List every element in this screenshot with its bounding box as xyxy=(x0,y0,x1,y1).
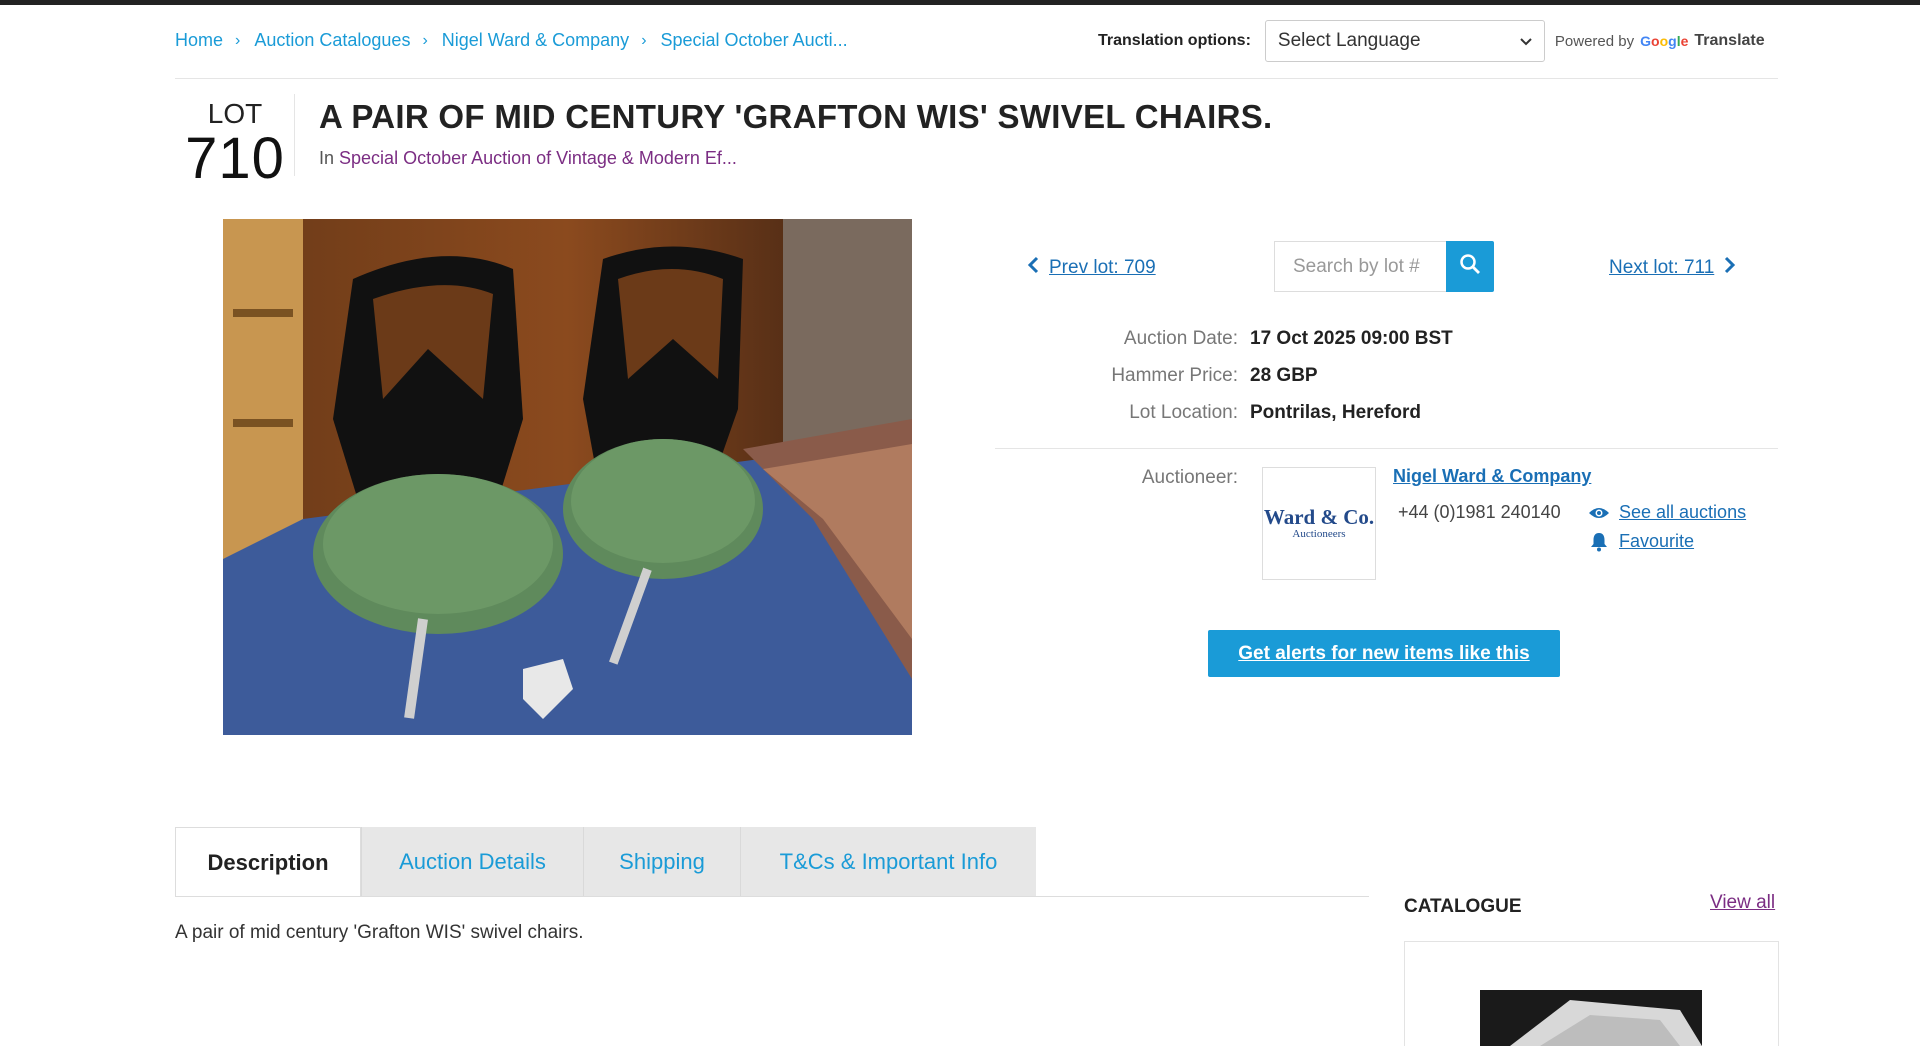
bell-icon xyxy=(1588,532,1610,552)
favourite-label: Favourite xyxy=(1619,531,1695,551)
lot-auction-line: In Special October Auction of Vintage & … xyxy=(319,148,737,169)
tab-description[interactable]: Description xyxy=(175,827,361,897)
translation-label: Translation options: xyxy=(1098,32,1251,49)
divider xyxy=(175,78,1778,79)
auctioneer-logo[interactable]: Ward & Co. Auctioneers xyxy=(1262,467,1376,580)
next-lot-label: Next lot: 711 xyxy=(1609,257,1715,278)
lot-details: Auction Date: 17 Oct 2025 09:00 BST Hamm… xyxy=(1000,320,1780,431)
lot-label: LOT xyxy=(207,98,263,129)
catalogue-title: CATALOGUE xyxy=(1404,896,1522,917)
detail-label: Auction Date: xyxy=(1123,327,1238,349)
chevron-right-icon: › xyxy=(235,31,241,49)
powered-by-text: Powered by xyxy=(1554,32,1635,50)
next-lot-link[interactable]: Next lot: 711 xyxy=(1609,256,1736,280)
divider xyxy=(995,448,1778,449)
chevron-right-icon xyxy=(1724,256,1736,280)
breadcrumb: Home › Auction Catalogues › Nigel Ward &… xyxy=(175,30,848,51)
lot-title: A PAIR OF MID CENTURY 'GRAFTON WIS' SWIV… xyxy=(319,98,1273,135)
prev-lot-label: Prev lot: 709 xyxy=(1049,257,1156,278)
catalogue-view-all-link[interactable]: View all xyxy=(1710,892,1775,914)
auctioneer-phone: +44 (0)1981 240140 xyxy=(1398,502,1561,522)
tab-shipping[interactable]: Shipping xyxy=(583,827,740,897)
in-prefix: In xyxy=(319,148,335,168)
lot-number: 710 xyxy=(185,126,285,191)
top-border xyxy=(0,0,1920,5)
detail-row-auction-date: Auction Date: 17 Oct 2025 09:00 BST xyxy=(1000,320,1780,357)
breadcrumb-auctioneer[interactable]: Nigel Ward & Company xyxy=(442,30,629,51)
detail-label: Lot Location: xyxy=(1129,401,1238,423)
get-alerts-button[interactable]: Get alerts for new items like this xyxy=(1208,630,1560,677)
lot-number-box: LOT 710 xyxy=(175,100,295,188)
lot-tabs: Description Auction Details Shipping T&C… xyxy=(175,827,1036,897)
auction-link[interactable]: Special October Auction of Vintage & Mod… xyxy=(339,148,737,168)
auctioneer-name-link[interactable]: Nigel Ward & Company xyxy=(1393,466,1591,487)
detail-value: 28 GBP xyxy=(1250,364,1318,386)
language-select-value: Select Language xyxy=(1277,30,1421,51)
breadcrumb-auction-catalogues[interactable]: Auction Catalogues xyxy=(254,30,410,51)
catalogue-thumbnail[interactable] xyxy=(1480,990,1702,1046)
breadcrumb-home[interactable]: Home xyxy=(175,30,223,51)
search-icon xyxy=(1459,253,1481,280)
lot-photo[interactable] xyxy=(223,219,912,735)
powered-by-google: Powered by Google Translate xyxy=(1555,32,1765,50)
translation-options: Translation options: Select Language Pow… xyxy=(1098,20,1765,62)
lot-search: Search by lot # xyxy=(1274,241,1494,292)
google-logo: Google xyxy=(1640,33,1689,49)
detail-value: Pontrilas, Hereford xyxy=(1250,401,1422,423)
detail-row-lot-location: Lot Location: Pontrilas, Hereford xyxy=(1000,394,1780,431)
chevron-down-icon xyxy=(1520,33,1532,49)
tab-terms[interactable]: T&Cs & Important Info xyxy=(740,827,1036,897)
prev-lot-link[interactable]: Prev lot: 709 xyxy=(1027,256,1156,280)
lot-search-button[interactable] xyxy=(1446,241,1494,292)
divider xyxy=(294,94,295,176)
see-all-auctions-link[interactable]: See all auctions xyxy=(1588,502,1746,523)
divider xyxy=(175,896,1369,897)
language-select[interactable]: Select Language xyxy=(1264,20,1545,62)
tab-auction-details[interactable]: Auction Details xyxy=(361,827,583,897)
breadcrumb-auction[interactable]: Special October Aucti... xyxy=(661,30,848,51)
logo-line2: Auctioneers xyxy=(1292,527,1346,540)
lot-description: A pair of mid century 'Grafton WIS' swiv… xyxy=(175,922,584,943)
see-all-auctions-label: See all auctions xyxy=(1619,502,1747,522)
logo-line1: Ward & Co. xyxy=(1263,504,1375,529)
favourite-link[interactable]: Favourite xyxy=(1588,531,1694,552)
detail-value: 17 Oct 2025 09:00 BST xyxy=(1250,327,1453,349)
chevron-left-icon xyxy=(1027,256,1039,280)
chevron-right-icon: › xyxy=(422,31,428,49)
eye-icon xyxy=(1588,506,1610,520)
lot-search-input[interactable]: Search by lot # xyxy=(1274,241,1446,292)
auctioneer-label: Auctioneer: xyxy=(1141,467,1238,488)
detail-label: Hammer Price: xyxy=(1111,364,1238,386)
detail-row-hammer-price: Hammer Price: 28 GBP xyxy=(1000,357,1780,394)
chevron-right-icon: › xyxy=(641,31,647,49)
translate-link[interactable]: Translate xyxy=(1694,32,1764,50)
